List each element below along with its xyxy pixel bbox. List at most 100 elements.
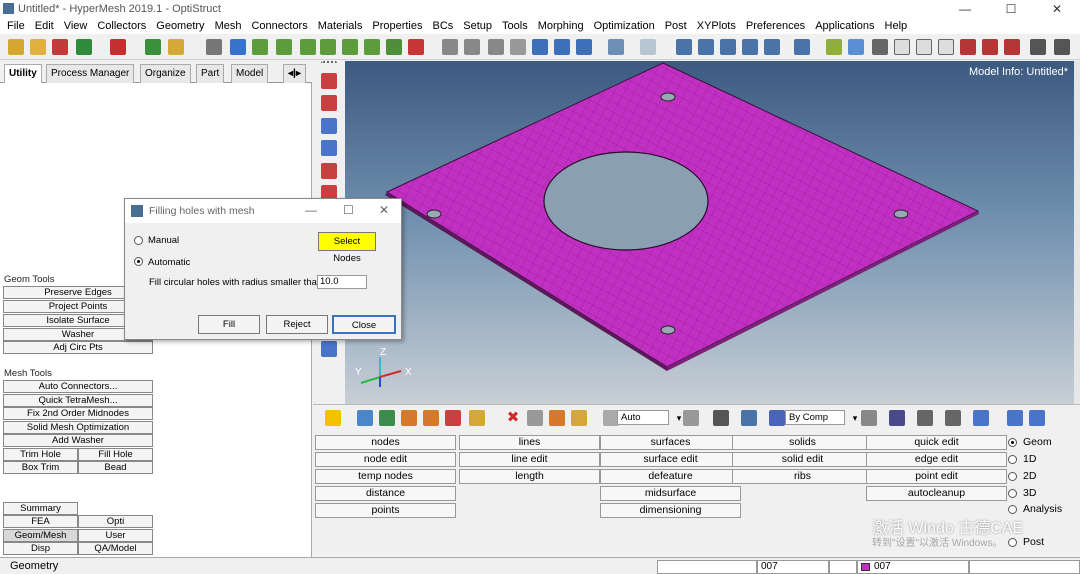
section-icon[interactable]	[960, 39, 976, 55]
panel-length[interactable]: length	[459, 469, 600, 484]
menu-help[interactable]: Help	[880, 18, 913, 34]
display-icon-4[interactable]	[321, 140, 337, 156]
mesh-line-icon[interactable]	[848, 39, 864, 55]
fix-midnodes-button[interactable]: Fix 2nd Order Midnodes	[3, 407, 153, 420]
menu-file[interactable]: File	[2, 18, 30, 34]
view-zy-icon[interactable]	[364, 39, 380, 55]
wireframe-icon[interactable]	[861, 410, 877, 426]
fill-button[interactable]: Fill	[198, 315, 260, 334]
grid-view-icon[interactable]	[1007, 410, 1023, 426]
zoom-box-icon[interactable]	[442, 39, 458, 55]
add-washer-button[interactable]: Add Washer	[3, 434, 153, 447]
solid-icon[interactable]	[889, 410, 905, 426]
bead-button[interactable]: Bead	[78, 461, 153, 474]
display-icon-7[interactable]	[321, 341, 337, 357]
reverse-icon[interactable]	[571, 410, 587, 426]
menu-post[interactable]: Post	[660, 18, 692, 34]
view-xy-icon[interactable]	[252, 39, 268, 55]
opti-button[interactable]: Opti	[78, 515, 153, 528]
panel-ribs[interactable]: ribs	[732, 469, 873, 484]
pan-icon[interactable]	[510, 39, 526, 55]
summary-button[interactable]: Summary	[3, 502, 78, 515]
dialog-maximize-button[interactable]: ☐	[343, 203, 354, 217]
panel-lines[interactable]: lines	[459, 435, 600, 450]
adj-circ-pts-button[interactable]: Adj Circ Pts	[3, 341, 153, 354]
box-trim-button[interactable]: Box Trim	[3, 461, 78, 474]
panel-defeature[interactable]: defeature	[600, 469, 741, 484]
zoom-icon[interactable]	[206, 39, 222, 55]
trim-hole-button[interactable]: Trim Hole	[3, 448, 78, 461]
tab-scroll-arrows[interactable]: ◂|▸	[283, 64, 306, 83]
solid-mesh-optimization-button[interactable]: Solid Mesh Optimization	[3, 421, 153, 434]
close-window-button[interactable]: ✕	[1034, 0, 1080, 18]
delete-entity-icon[interactable]	[445, 410, 461, 426]
dialog-minimize-button[interactable]: —	[305, 203, 317, 217]
menu-bcs[interactable]: BCs	[428, 18, 459, 34]
menu-morphing[interactable]: Morphing	[533, 18, 589, 34]
menu-edit[interactable]: Edit	[30, 18, 59, 34]
zoom-in-icon[interactable]	[464, 39, 480, 55]
collector-icon[interactable]	[379, 410, 395, 426]
line-icon[interactable]	[826, 39, 842, 55]
panel-temp-nodes[interactable]: temp nodes	[315, 469, 456, 484]
menu-mesh[interactable]: Mesh	[210, 18, 247, 34]
save-icon[interactable]	[52, 39, 68, 55]
panel-midsurface[interactable]: midsurface	[600, 486, 741, 501]
rotate-icon[interactable]	[576, 39, 592, 55]
menu-connectors[interactable]: Connectors	[246, 18, 312, 34]
layout-5-icon[interactable]	[764, 39, 780, 55]
layout-2-icon[interactable]	[698, 39, 714, 55]
panel-distance[interactable]: distance	[315, 486, 456, 501]
organize-icon[interactable]	[469, 410, 485, 426]
color-mode-select[interactable]: Auto	[617, 410, 669, 425]
view-yx-icon[interactable]	[276, 39, 292, 55]
panel-points[interactable]: points	[315, 503, 456, 518]
plane-icon[interactable]	[945, 410, 961, 426]
component-icon[interactable]	[168, 39, 184, 55]
bycomp-icon[interactable]	[769, 410, 785, 426]
elements-icon[interactable]	[713, 410, 729, 426]
status-current-component[interactable]: 007	[857, 560, 969, 574]
panel-edge-edit[interactable]: edge edit	[866, 452, 1007, 467]
menu-tools[interactable]: Tools	[497, 18, 533, 34]
user-icon[interactable]	[145, 39, 161, 55]
shading-icon[interactable]	[683, 410, 699, 426]
menu-collectors[interactable]: Collectors	[92, 18, 151, 34]
tab-process-manager[interactable]: Process Manager	[46, 64, 135, 83]
view-reset-icon[interactable]	[408, 39, 424, 55]
geom-mesh-button[interactable]: Geom/Mesh	[3, 529, 78, 542]
spin-icon[interactable]	[554, 39, 570, 55]
fill-hole-button[interactable]: Fill Hole	[78, 448, 153, 461]
disp-button[interactable]: Disp	[3, 542, 78, 555]
menu-optimization[interactable]: Optimization	[589, 18, 660, 34]
menu-preferences[interactable]: Preferences	[741, 18, 810, 34]
menu-geometry[interactable]: Geometry	[151, 18, 209, 34]
layout-3-icon[interactable]	[720, 39, 736, 55]
fit-icon[interactable]	[532, 39, 548, 55]
radius-input[interactable]: 10.0	[317, 275, 367, 289]
redo-icon[interactable]	[640, 39, 656, 55]
cut-icon[interactable]	[1004, 39, 1020, 55]
panel-dimensioning[interactable]: dimensioning	[600, 503, 741, 518]
dialog-close-icon[interactable]: ✕	[379, 203, 389, 217]
model-browser-icon[interactable]	[357, 410, 373, 426]
panel-nodes[interactable]: nodes	[315, 435, 456, 450]
tab-organize[interactable]: Organize	[140, 64, 191, 83]
layout-1-icon[interactable]	[676, 39, 692, 55]
cylinder-icon[interactable]	[872, 39, 888, 55]
close-button[interactable]: Close	[332, 315, 396, 334]
graphics-viewport[interactable]: Model Info: Untitled* Z Y X	[345, 61, 1074, 404]
auto-connectors-button[interactable]: Auto Connectors...	[3, 380, 153, 393]
minimize-button[interactable]: —	[942, 0, 988, 18]
viewport-scrollbar[interactable]	[1074, 61, 1080, 404]
rotate-left-icon[interactable]	[230, 39, 246, 55]
run-icon[interactable]	[110, 39, 126, 55]
cube-shade-icon[interactable]	[938, 39, 954, 55]
clip-icon[interactable]	[982, 39, 998, 55]
monitor-icon[interactable]	[1029, 410, 1045, 426]
reject-button[interactable]: Reject	[266, 315, 328, 334]
panel-quick-edit[interactable]: quick edit	[866, 435, 1007, 450]
view-zx-icon[interactable]	[320, 39, 336, 55]
bycomp-select[interactable]: By Comp	[785, 410, 845, 425]
quick-tetramesh-button[interactable]: Quick TetraMesh...	[3, 394, 153, 407]
